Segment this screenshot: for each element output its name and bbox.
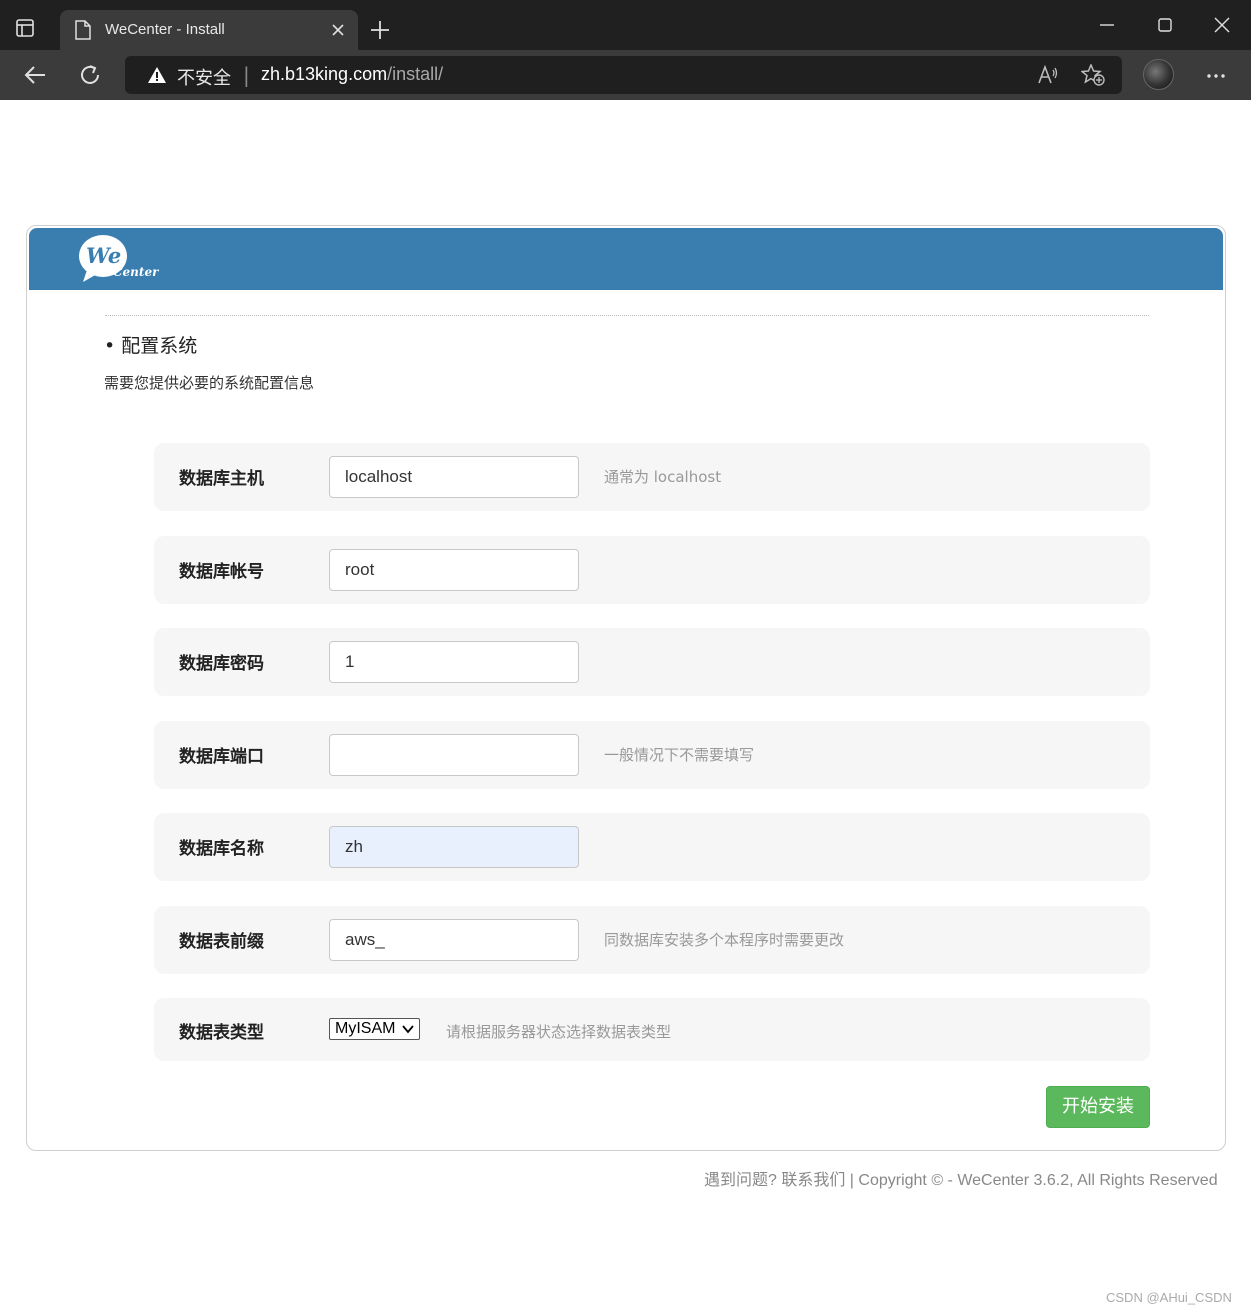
field-hint: 请根据服务器状态选择数据表类型 <box>446 1023 672 1041</box>
read-aloud-icon[interactable] <box>1037 65 1059 85</box>
form-row-db-host: 数据库主机 localhost 通常为 localhost <box>154 443 1150 511</box>
field-hint: 通常为 localhost <box>604 468 722 486</box>
install-panel: We Center • 配置系统 需要您提供必要的系统配置信息 数据库主机 lo… <box>26 225 1226 1151</box>
field-label: 数据表类型 <box>179 1023 264 1043</box>
wecenter-logo: We Center <box>79 235 159 282</box>
more-menu-icon[interactable] <box>1204 64 1228 88</box>
field-label: 数据表前缀 <box>179 932 264 952</box>
field-hint: 一般情况下不需要填写 <box>604 746 755 764</box>
start-install-button[interactable]: 开始安装 <box>1046 1086 1150 1128</box>
logo-center-text: Center <box>113 265 159 279</box>
form-row-db-user: 数据库帐号 root <box>154 536 1150 604</box>
new-tab-icon[interactable] <box>370 20 390 40</box>
close-tab-icon[interactable] <box>330 22 346 38</box>
address-separator: | <box>243 63 250 87</box>
field-hint: 同数据库安装多个本程序时需要更改 <box>604 931 845 949</box>
page-footer: 遇到问题? 联系我们 | Copyright © - WeCenter 3.6.… <box>704 1172 1218 1189</box>
watermark: CSDN @AHui_CSDN <box>1106 1290 1232 1305</box>
form-row-table-type: 数据表类型 MyISAM 请根据服务器状态选择数据表类型 <box>154 998 1150 1061</box>
db-user-input[interactable]: root <box>329 549 579 591</box>
db-port-input[interactable] <box>329 734 579 776</box>
panel-header: We Center <box>29 228 1223 290</box>
db-password-input[interactable]: 1 <box>329 641 579 683</box>
maximize-icon[interactable] <box>1156 16 1174 34</box>
minimize-icon[interactable] <box>1098 16 1116 34</box>
browser-toolbar: 不安全 | zh.b13king.com/install/ <box>0 50 1251 100</box>
url-path: /install/ <box>387 64 444 84</box>
db-host-input[interactable]: localhost <box>329 456 579 498</box>
tab-title: WeCenter - Install <box>105 21 225 38</box>
page-icon <box>75 20 91 40</box>
refresh-icon[interactable] <box>78 63 102 87</box>
db-name-input[interactable]: zh <box>329 826 579 868</box>
form-row-db-port: 数据库端口 一般情况下不需要填写 <box>154 721 1150 789</box>
section-description: 需要您提供必要的系统配置信息 <box>104 374 315 392</box>
warning-icon[interactable] <box>147 66 167 84</box>
profile-avatar[interactable] <box>1143 59 1174 90</box>
table-prefix-input[interactable]: aws_ <box>329 919 579 961</box>
browser-tab[interactable]: WeCenter - Install <box>60 10 358 50</box>
divider <box>105 315 1149 316</box>
section-title: • 配置系统 <box>104 335 198 357</box>
table-type-value: MyISAM <box>335 1020 396 1037</box>
close-window-icon[interactable] <box>1213 16 1231 34</box>
form-row-db-name: 数据库名称 zh <box>154 813 1150 881</box>
add-favorite-icon[interactable] <box>1081 64 1105 86</box>
url-host: zh.b13king.com <box>261 64 388 84</box>
back-icon[interactable] <box>23 63 47 87</box>
form-row-table-prefix: 数据表前缀 aws_ 同数据库安装多个本程序时需要更改 <box>154 906 1150 974</box>
url-text[interactable]: zh.b13king.com/install/ <box>261 64 443 85</box>
field-label: 数据库主机 <box>179 469 264 489</box>
field-label: 数据库帐号 <box>179 562 264 582</box>
tab-actions-icon[interactable] <box>14 17 36 39</box>
form-row-db-password: 数据库密码 1 <box>154 628 1150 696</box>
field-label: 数据库名称 <box>179 839 264 859</box>
address-bar[interactable]: 不安全 | zh.b13king.com/install/ <box>125 56 1122 94</box>
field-label: 数据库密码 <box>179 654 264 674</box>
table-type-select[interactable]: MyISAM <box>329 1018 420 1040</box>
security-label[interactable]: 不安全 <box>177 64 231 90</box>
field-label: 数据库端口 <box>179 747 264 767</box>
browser-tab-bar: WeCenter - Install <box>0 0 1251 50</box>
chevron-down-icon <box>402 1025 414 1034</box>
